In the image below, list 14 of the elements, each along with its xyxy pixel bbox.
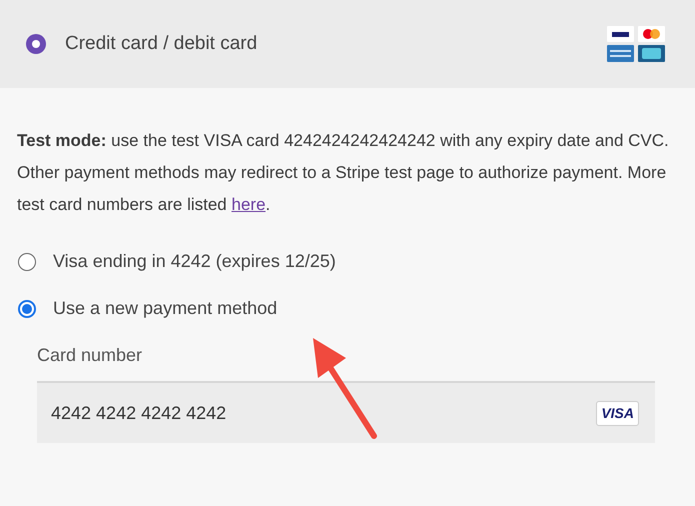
- card-brand-badge: VISA: [596, 400, 639, 426]
- payment-method-label: Credit card / debit card: [65, 32, 258, 56]
- radio-button[interactable]: [18, 252, 36, 270]
- payment-method-header[interactable]: Credit card / debit card: [0, 0, 695, 88]
- radio-button[interactable]: [18, 300, 36, 318]
- radio-button[interactable]: [26, 34, 46, 54]
- card-brands-icon: [607, 26, 665, 62]
- payment-option-label[interactable]: Visa ending in 4242 (expires 12/25): [53, 248, 336, 275]
- here-link[interactable]: here: [232, 195, 266, 214]
- card-number-label: Card number: [37, 344, 144, 367]
- test-mode-notice: Test mode: use the test VISA card 4242424242424242 with any expiry date and CVC. Other payment methods may redirect to a Stripe test page to authorize payment. More test card numbers are listed here.: [17, 130, 670, 216]
- card-number-field[interactable]: 4242 4242 4242 4242 VISA: [37, 381, 655, 443]
- payment-option-label[interactable]: Use a new payment method: [53, 295, 278, 322]
- card-number-value: 4242 4242 4242 4242: [51, 402, 226, 424]
